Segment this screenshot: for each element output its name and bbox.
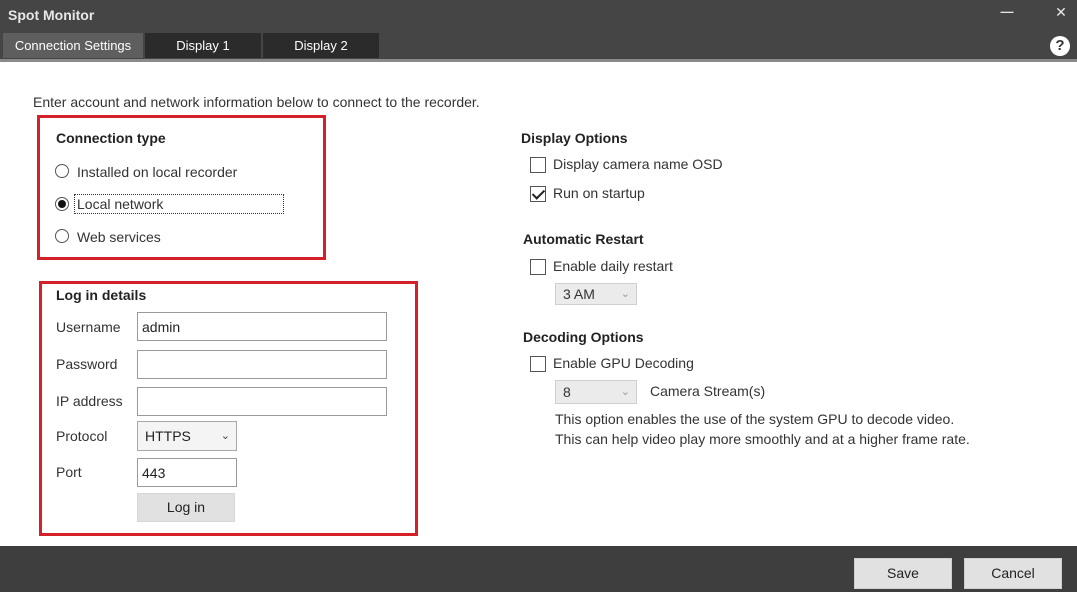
- daily-restart-checkbox[interactable]: [530, 259, 546, 275]
- restart-time-select: 3 AM ⌄: [555, 283, 637, 305]
- login-details-heading: Log in details: [56, 287, 147, 303]
- radio-web-services-label[interactable]: Web services: [77, 229, 161, 245]
- run-on-startup-label[interactable]: Run on startup: [553, 185, 645, 201]
- radio-installed-local[interactable]: [55, 164, 69, 178]
- display-options-heading: Display Options: [521, 130, 628, 146]
- automatic-restart-heading: Automatic Restart: [523, 231, 644, 247]
- gpu-info-line-2: This can help video play more smoothly a…: [555, 431, 970, 447]
- stream-count-value: 8: [563, 384, 571, 400]
- chevron-down-icon: ⌄: [220, 430, 230, 442]
- tab-display-1[interactable]: Display 1: [145, 33, 261, 58]
- minimize-icon[interactable]: —: [996, 3, 1018, 23]
- footer-bar: Save Cancel: [0, 546, 1077, 592]
- stream-count-select: 8 ⌄: [555, 380, 637, 404]
- ip-address-input[interactable]: [137, 387, 387, 416]
- chevron-down-icon: ⌄: [620, 288, 630, 300]
- daily-restart-label[interactable]: Enable daily restart: [553, 258, 673, 274]
- password-label: Password: [56, 356, 118, 372]
- cancel-button[interactable]: Cancel: [964, 558, 1062, 589]
- radio-local-network[interactable]: [55, 197, 69, 211]
- port-label: Port: [56, 464, 82, 480]
- protocol-select[interactable]: HTTPS ⌄: [137, 421, 237, 451]
- decoding-options-heading: Decoding Options: [523, 329, 644, 345]
- spot-monitor-window: Spot Monitor — ✕ Connection Settings Dis…: [0, 0, 1077, 592]
- save-button[interactable]: Save: [854, 558, 952, 589]
- tab-connection-settings[interactable]: Connection Settings: [3, 33, 143, 58]
- gpu-info-line-1: This option enables the use of the syste…: [555, 411, 955, 427]
- title-bar[interactable]: Spot Monitor — ✕: [0, 0, 1077, 33]
- camera-name-osd-checkbox[interactable]: [530, 157, 546, 173]
- help-icon[interactable]: ?: [1050, 36, 1070, 56]
- run-on-startup-checkbox[interactable]: [530, 186, 546, 202]
- chevron-down-icon: ⌄: [620, 386, 630, 398]
- gpu-decoding-checkbox[interactable]: [530, 356, 546, 372]
- intro-text: Enter account and network information be…: [33, 94, 480, 110]
- radio-web-services[interactable]: [55, 229, 69, 243]
- window-title: Spot Monitor: [8, 7, 95, 23]
- protocol-label: Protocol: [56, 428, 108, 444]
- close-icon[interactable]: ✕: [1050, 3, 1072, 23]
- tab-bar: Connection Settings Display 1 Display 2 …: [0, 33, 1077, 59]
- camera-name-osd-label[interactable]: Display camera name OSD: [553, 156, 723, 172]
- username-label: Username: [56, 319, 121, 335]
- tab-divider: [0, 59, 1077, 62]
- username-input[interactable]: [137, 312, 387, 341]
- radio-installed-local-label[interactable]: Installed on local recorder: [77, 164, 237, 180]
- gpu-decoding-label[interactable]: Enable GPU Decoding: [553, 355, 694, 371]
- camera-streams-label: Camera Stream(s): [650, 383, 766, 399]
- tab-display-2[interactable]: Display 2: [263, 33, 379, 58]
- port-input[interactable]: [137, 458, 237, 487]
- ip-address-label: IP address: [56, 393, 123, 409]
- connection-type-heading: Connection type: [56, 130, 166, 146]
- password-input[interactable]: [137, 350, 387, 379]
- restart-time-value: 3 AM: [563, 286, 595, 302]
- radio-local-network-label[interactable]: Local network: [77, 196, 163, 212]
- protocol-value: HTTPS: [145, 428, 191, 444]
- login-button[interactable]: Log in: [137, 493, 235, 522]
